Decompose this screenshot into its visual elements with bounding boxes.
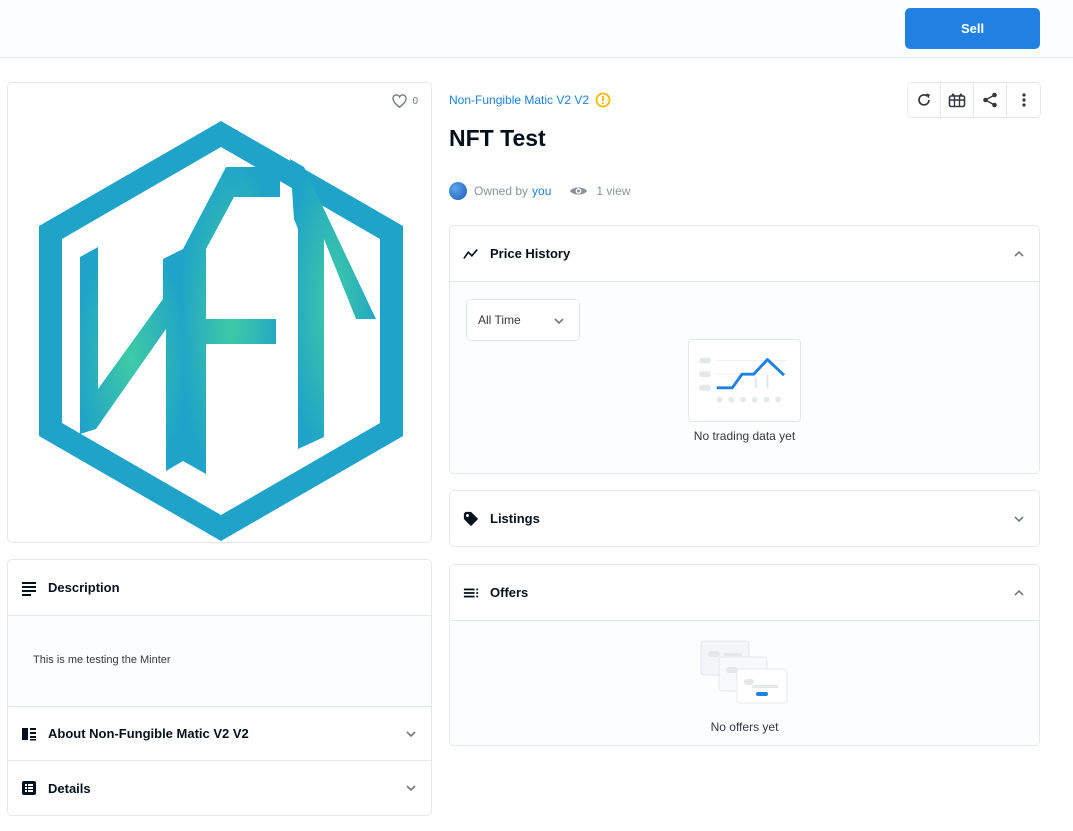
- price-history-title: Price History: [490, 246, 571, 261]
- lines-icon: [21, 580, 37, 596]
- more-icon: [1021, 93, 1026, 107]
- no-trading-data-text: No trading data yet: [693, 429, 796, 443]
- offers-title: Offers: [490, 585, 529, 600]
- details-title: Details: [48, 780, 91, 796]
- eye-icon: [570, 187, 588, 195]
- description-title: Description: [48, 580, 120, 595]
- share-button[interactable]: [974, 83, 1007, 117]
- heart-icon: [392, 94, 408, 108]
- description-panel: Description This is me testing the Minte…: [7, 559, 432, 816]
- warning-icon: [595, 92, 611, 108]
- views-text: 1 view: [596, 184, 631, 198]
- empty-chart-illustration: [688, 339, 801, 422]
- refresh-button[interactable]: [908, 83, 941, 117]
- collection-name: Non-Fungible Matic V2 V2: [449, 93, 590, 107]
- price-history-panel: Price History All Time No trading data y…: [449, 225, 1040, 474]
- time-range-value: All Time: [478, 313, 521, 327]
- share-icon: [983, 92, 997, 108]
- about-title: About Non-Fungible Matic V2 V2: [48, 726, 249, 741]
- transfer-button[interactable]: [941, 83, 974, 117]
- views-count: 1 view: [569, 184, 630, 198]
- nft-image-card: 0: [7, 82, 432, 543]
- no-offers-text: No offers yet: [710, 720, 779, 734]
- refresh-icon: [918, 93, 930, 106]
- listings-panel: Listings: [449, 490, 1040, 547]
- item-actions: [907, 82, 1041, 118]
- gift-icon: [948, 93, 966, 108]
- listings-title: Listings: [490, 511, 540, 526]
- sell-button[interactable]: Sell: [905, 8, 1040, 49]
- avatar[interactable]: [449, 182, 467, 200]
- list-icon: [463, 585, 479, 601]
- empty-offers-illustration: [700, 640, 788, 704]
- description-text: This is me testing the Minter: [33, 654, 171, 666]
- chevron-down-icon: [1014, 515, 1024, 522]
- more-button[interactable]: [1007, 83, 1040, 117]
- book-icon: [21, 726, 37, 742]
- owned-by-label: Owned by: [474, 184, 529, 198]
- description-header: Description: [8, 560, 431, 615]
- chevron-up-icon: [1014, 589, 1024, 596]
- item-title: NFT Test: [449, 125, 546, 151]
- price-history-toggle[interactable]: Price History: [450, 226, 1039, 281]
- chevron-down-icon: [406, 785, 416, 792]
- favorite-button[interactable]: 0: [392, 94, 418, 108]
- chevron-up-icon: [1014, 250, 1024, 257]
- favorite-count: 0: [412, 95, 418, 107]
- collection-link[interactable]: Non-Fungible Matic V2 V2: [449, 92, 611, 108]
- tag-icon: [463, 511, 479, 527]
- listings-toggle[interactable]: Listings: [450, 491, 1039, 546]
- details-toggle[interactable]: Details: [8, 761, 431, 815]
- chevron-down-icon: [554, 318, 564, 325]
- about-collection-toggle[interactable]: About Non-Fungible Matic V2 V2: [8, 707, 431, 761]
- owner-link[interactable]: you: [532, 184, 551, 198]
- offers-panel: Offers No offers yet: [449, 564, 1040, 746]
- owner-row: Owned by you 1 view: [449, 182, 630, 200]
- chevron-down-icon: [406, 730, 416, 737]
- trending-icon: [463, 246, 479, 262]
- details-icon: [21, 780, 37, 796]
- price-history-body: All Time No trading data yet: [450, 281, 1039, 473]
- nft-artwork: [39, 121, 403, 541]
- offers-toggle[interactable]: Offers: [450, 565, 1039, 620]
- description-body: This is me testing the Minter: [8, 615, 431, 707]
- time-range-select[interactable]: All Time: [466, 299, 580, 341]
- top-bar: Sell: [0, 0, 1073, 58]
- offers-body: No offers yet: [450, 620, 1039, 745]
